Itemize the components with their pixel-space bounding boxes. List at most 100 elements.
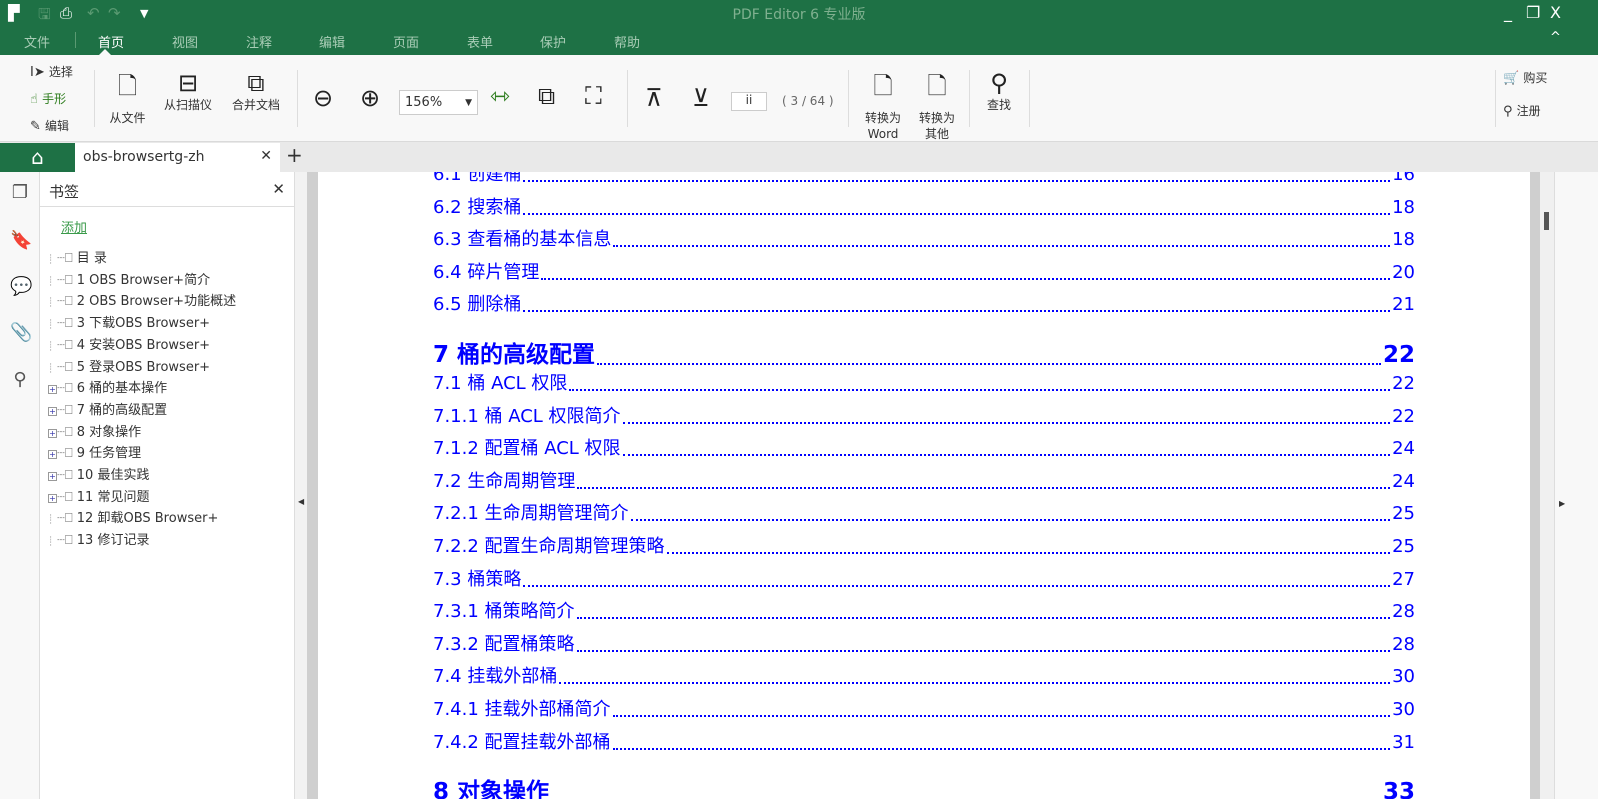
bookmark-item[interactable]: ┊ ┄⎕ 1 OBS Browser+简介 xyxy=(48,269,210,288)
page-count: ( 3 / 64 ) xyxy=(782,94,834,108)
toc-entry[interactable]: 7.1.2 配置桶 ACL 权限 24 xyxy=(433,434,1415,460)
zoom-in-icon[interactable]: ⊕ xyxy=(360,84,380,112)
bookmark-item[interactable]: ┊ ┄⎕ 目 录 xyxy=(48,247,107,266)
bookmark-label: 13 修订记录 xyxy=(76,533,150,549)
expand-icon[interactable]: + xyxy=(48,493,57,503)
bookmark-item[interactable]: ┊ ┄⎕ 4 安装OBS Browser+ xyxy=(48,334,210,353)
find-button[interactable]: ⚲ 查找 xyxy=(978,69,1020,113)
prev-page-icon[interactable]: ⊼ xyxy=(645,84,663,112)
expand-icon[interactable]: + xyxy=(48,406,57,416)
expand-icon[interactable]: + xyxy=(48,428,57,438)
toc-entry[interactable]: 7.2.2 配置生命周期管理策略 25 xyxy=(433,532,1415,558)
from-scanner-button[interactable]: ⊟ 从扫描仪 xyxy=(160,69,216,113)
convert-to-other-button[interactable]: 🗋 转换为 其他 xyxy=(912,69,962,142)
attachment-icon[interactable]: 📎 xyxy=(10,322,32,343)
menu-5[interactable]: 页面 xyxy=(393,32,419,51)
bookmark-icon[interactable]: 🔖 xyxy=(10,230,32,251)
bookmark-item[interactable]: +┄⎕ 9 任务管理 xyxy=(48,442,141,461)
expand-icon[interactable]: + xyxy=(48,385,57,395)
collapse-ribbon-icon[interactable]: ^ xyxy=(1550,30,1561,45)
menu-2[interactable]: 视图 xyxy=(172,32,198,51)
toc-leader xyxy=(622,421,1391,424)
collapse-left-icon[interactable]: ◀ xyxy=(298,497,304,506)
toc-entry[interactable]: 6.5 删除桶 21 xyxy=(433,290,1415,316)
menu-8[interactable]: 帮助 xyxy=(614,32,640,51)
bookmark-item[interactable]: +┄⎕ 6 桶的基本操作 xyxy=(48,377,167,396)
register-button[interactable]: ⚲ 注册 xyxy=(1503,103,1541,119)
expand-right-icon[interactable]: ▶ xyxy=(1559,499,1565,508)
bookmark-item[interactable]: +┄⎕ 8 对象操作 xyxy=(48,421,141,440)
vertical-scrollbar[interactable] xyxy=(1540,172,1554,799)
minimize-icon[interactable]: _ xyxy=(1504,3,1512,22)
toc-entry[interactable]: 7.4.1 挂载外部桶简介 30 xyxy=(433,695,1415,721)
bookmark-item[interactable]: ┊ ┄⎕ 13 修订记录 xyxy=(48,529,149,548)
document-tab[interactable]: obs-browsertg-zh ✕ xyxy=(75,143,280,172)
buy-button[interactable]: 🛒 购买 xyxy=(1503,70,1547,86)
zoom-select[interactable]: 156% ▼ xyxy=(399,90,478,115)
toc-page: 18 xyxy=(1392,196,1415,218)
from-file-button[interactable]: 🗋 从文件 xyxy=(105,69,150,126)
toc-entry[interactable]: 7.4 挂载外部桶 30 xyxy=(433,662,1415,688)
panel-header: 书签 ✕ xyxy=(40,172,295,207)
fullscreen-icon[interactable]: ⛶ xyxy=(585,82,602,110)
toc-entry[interactable]: 7.3.2 配置桶策略 28 xyxy=(433,630,1415,656)
next-page-icon[interactable]: ⊻ xyxy=(692,84,710,112)
toc-entry[interactable]: 7.3 桶策略 27 xyxy=(433,565,1415,591)
close-panel-icon[interactable]: ✕ xyxy=(272,180,285,198)
zoom-out-icon[interactable]: ⊖ xyxy=(313,84,333,112)
comment-icon[interactable]: 💬 xyxy=(10,276,32,297)
convert-to-word-button[interactable]: 🗋 转换为 Word xyxy=(858,69,908,142)
home-tab[interactable]: ⌂ xyxy=(0,143,75,172)
page-number-input[interactable]: ii xyxy=(731,92,767,111)
expand-icon[interactable]: + xyxy=(48,450,57,460)
toc-entry[interactable]: 7.1 桶 ACL 权限 22 xyxy=(433,369,1415,395)
edit-tool[interactable]: ✎ 编辑 xyxy=(30,118,69,134)
toc-entry[interactable]: 7.2 生命周期管理 24 xyxy=(433,467,1415,493)
toc-entry[interactable]: 7.1.1 桶 ACL 权限简介 22 xyxy=(433,402,1415,428)
toc-entry[interactable]: 6.3 查看桶的基本信息 18 xyxy=(433,225,1415,251)
close-tab-icon[interactable]: ✕ xyxy=(260,148,272,164)
divider xyxy=(1029,70,1030,127)
bookmark-item[interactable]: ┊ ┄⎕ 2 OBS Browser+功能概述 xyxy=(48,290,236,309)
search-icon[interactable]: ⚲ xyxy=(10,369,30,390)
toc-entry[interactable]: 6.4 碎片管理 20 xyxy=(433,258,1415,284)
toc-entry[interactable]: 7.2.1 生命周期管理简介 25 xyxy=(433,499,1415,525)
toc-title: 7.1.1 桶 ACL 权限简介 xyxy=(433,405,621,427)
menu-1[interactable]: 首页 xyxy=(98,32,124,51)
bookmark-item[interactable]: +┄⎕ 7 桶的高级配置 xyxy=(48,399,167,418)
add-bookmark-link[interactable]: 添加 xyxy=(61,217,87,236)
close-icon[interactable]: X xyxy=(1550,3,1561,22)
fit-width-icon[interactable]: ⇿ xyxy=(490,82,510,110)
toc-entry[interactable]: 6.1 创建桶 16 xyxy=(433,172,1415,186)
merge-button[interactable]: ⧉ 合并文档 xyxy=(227,69,285,113)
restore-icon[interactable]: ❐ xyxy=(1526,3,1540,22)
panel-splitter[interactable]: ◀ xyxy=(295,172,307,799)
bookmark-item[interactable]: +┄⎕ 10 最佳实践 xyxy=(48,464,149,483)
tree-connector: ┄ xyxy=(57,294,65,310)
pages-icon[interactable]: ❐ xyxy=(10,182,30,203)
menu-7[interactable]: 保护 xyxy=(540,32,566,51)
bookmark-item[interactable]: ┊ ┄⎕ 12 卸载OBS Browser+ xyxy=(48,507,218,526)
toc-entry[interactable]: 7 桶的高级配置 22 xyxy=(433,335,1415,369)
toc-entry[interactable]: 7.3.1 桶策略简介 28 xyxy=(433,597,1415,623)
menu-6[interactable]: 表单 xyxy=(467,32,493,51)
menu-3[interactable]: 注释 xyxy=(246,32,272,51)
menu-0[interactable]: 文件 xyxy=(24,32,50,51)
scroll-thumb[interactable] xyxy=(1544,212,1549,230)
bookmark-item[interactable]: ┊ ┄⎕ 3 下载OBS Browser+ xyxy=(48,312,210,331)
menu-4[interactable]: 编辑 xyxy=(319,32,345,51)
toc-entry[interactable]: 8 对象操作 33 xyxy=(433,772,1415,799)
toc-entry[interactable]: 6.2 搜索桶 18 xyxy=(433,193,1415,219)
select-tool[interactable]: I➤ 选择 xyxy=(30,64,73,80)
toc-entry[interactable]: 7.4.2 配置挂载外部桶 31 xyxy=(433,728,1415,754)
expand-icon[interactable]: + xyxy=(48,472,57,481)
new-tab-icon[interactable]: + xyxy=(286,143,303,167)
bookmark-item[interactable]: +┄⎕ 11 常见问题 xyxy=(48,486,149,505)
other-file-icon: 🗋 xyxy=(927,72,947,100)
hand-tool[interactable]: ☝ 手形 xyxy=(30,91,66,107)
bookmark-item[interactable]: ┊ ┄⎕ 5 登录OBS Browser+ xyxy=(48,356,210,375)
fit-page-icon[interactable]: ⧉ xyxy=(538,82,555,110)
toc-page: 27 xyxy=(1392,568,1415,590)
tree-connector: ┄ xyxy=(57,337,65,353)
toc-page: 24 xyxy=(1392,438,1415,460)
